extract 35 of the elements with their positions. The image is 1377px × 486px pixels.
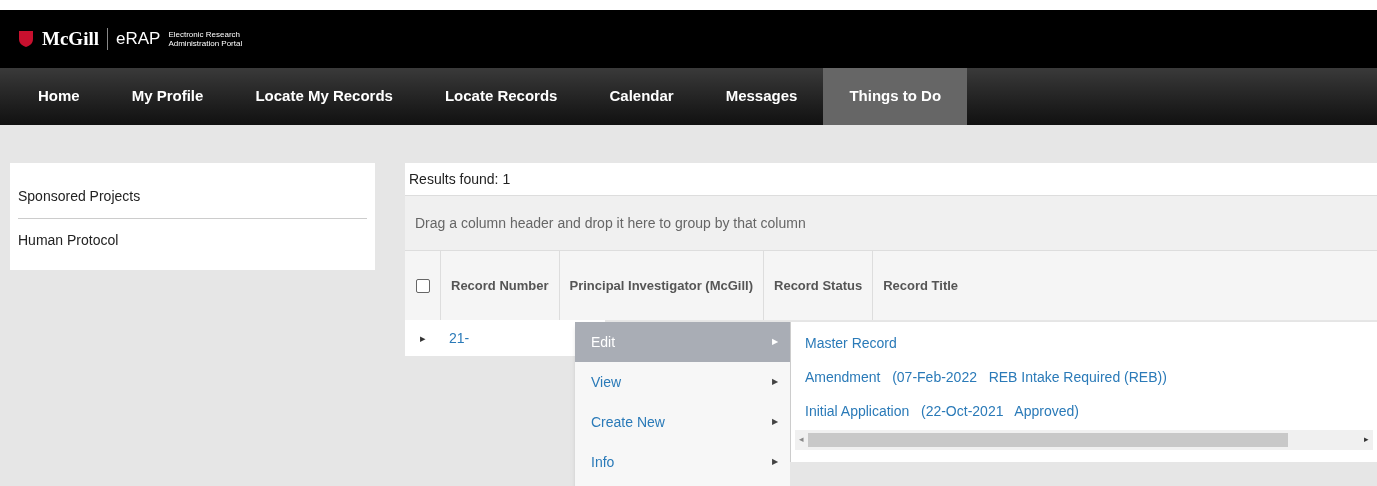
- record-number[interactable]: 21-: [441, 327, 478, 349]
- horizontal-scrollbar[interactable]: ◂ ▸: [795, 430, 1373, 450]
- nav-tab[interactable]: Messages: [699, 68, 824, 125]
- select-all-checkbox[interactable]: [415, 278, 430, 293]
- menu-item[interactable]: View ▶: [575, 362, 790, 402]
- nav-tab[interactable]: Locate My Records: [229, 68, 419, 125]
- menu-item[interactable]: Create New ▶: [575, 402, 790, 442]
- product-name: eRAP: [116, 28, 161, 51]
- submenu-arrow-icon: ▶: [772, 376, 778, 388]
- submenu-arrow-icon: ▶: [772, 456, 778, 468]
- nav-tab[interactable]: Things to Do: [823, 68, 968, 125]
- results-count: Results found: 1: [409, 169, 511, 189]
- nav-tab[interactable]: Locate Records: [418, 68, 584, 125]
- brand-name: McGill: [42, 26, 99, 51]
- column-header[interactable]: Principal Investigator (McGill): [569, 275, 753, 296]
- submenu-item[interactable]: Master Record: [805, 332, 897, 354]
- shield-icon: [18, 30, 34, 48]
- group-hint: Drag a column header and drop it here to group by that column: [415, 213, 806, 233]
- sidebar-item[interactable]: Human Protocol: [18, 219, 367, 262]
- column-header[interactable]: Record Title: [883, 275, 959, 296]
- submenu-item[interactable]: Amendment (07-Feb-2022 REB Intake Required (REB)): [805, 366, 1167, 388]
- submenu-arrow-icon: ▶: [772, 416, 778, 428]
- menu-item[interactable]: Info ▶: [575, 442, 790, 482]
- nav-tab[interactable]: Home: [12, 68, 106, 125]
- column-header[interactable]: Record Number: [451, 275, 549, 296]
- scroll-right-icon[interactable]: ▸: [1360, 433, 1373, 447]
- nav-tab[interactable]: My Profile: [105, 68, 230, 125]
- tagline: Electronic Research Administration Portal: [168, 30, 244, 48]
- expand-toggle[interactable]: ▸: [405, 329, 441, 347]
- nav-tab[interactable]: Calendar: [583, 68, 700, 125]
- column-header[interactable]: Record Status: [774, 275, 863, 296]
- sidebar-item[interactable]: Sponsored Projects: [18, 175, 367, 218]
- scrollbar-thumb[interactable]: [808, 433, 1288, 447]
- submenu-arrow-icon: ▶: [772, 336, 778, 348]
- submenu-item[interactable]: Initial Application (22-Oct-2021 Approved): [805, 400, 1079, 422]
